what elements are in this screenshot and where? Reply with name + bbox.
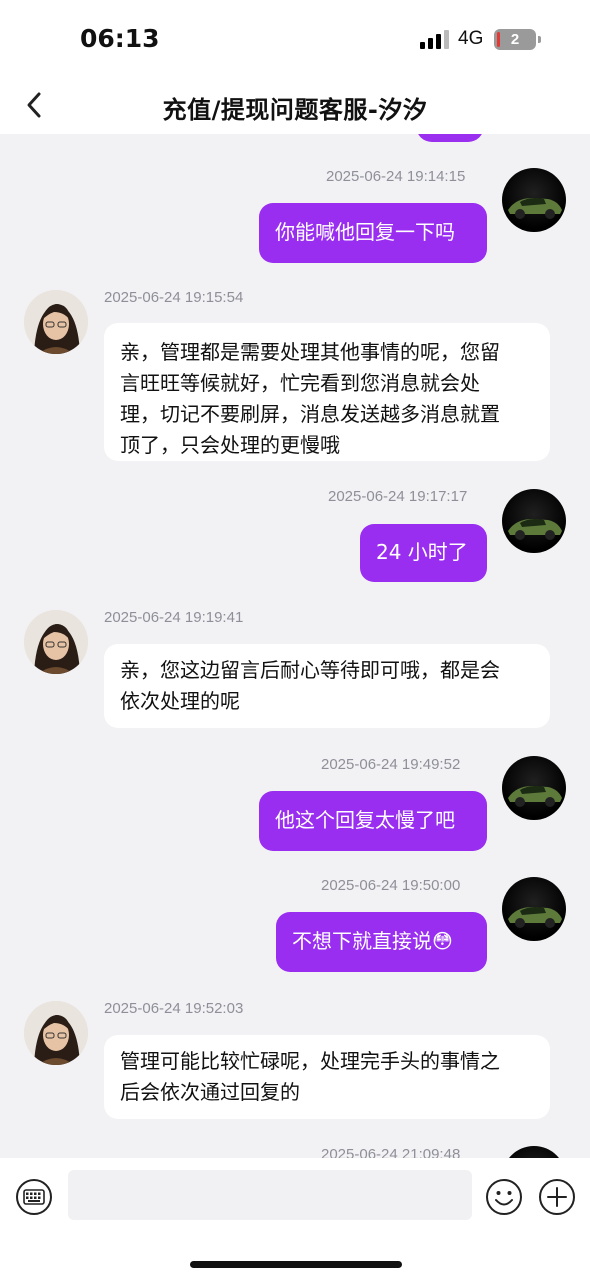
message-line: 理，切记不要刷屏，消息发送越多消息就置	[120, 402, 500, 426]
keyboard-icon[interactable]	[15, 1178, 53, 1216]
status-time: 06:13	[80, 24, 160, 53]
outgoing-message-bubble[interactable]: 24 小时了	[360, 524, 487, 582]
agent-avatar[interactable]	[24, 1001, 88, 1065]
plus-circle-icon[interactable]	[538, 1178, 576, 1216]
user-avatar[interactable]	[502, 756, 566, 820]
outgoing-message-bubble[interactable]: 不想下就直接说😳	[276, 912, 487, 972]
message-timestamp: 2025-06-24 19:52:03	[104, 1000, 244, 1017]
incoming-message-bubble[interactable]: 管理可能比较忙碌呢，处理完手头的事情之 后会依次通过回复的	[104, 1035, 550, 1119]
message-line: 顶了，只会处理的更慢哦	[120, 433, 340, 457]
message-line: 亲，管理都是需要处理其他事情的呢，您留	[120, 340, 500, 364]
message-timestamp: 2025-06-24 19:15:54	[104, 289, 244, 306]
outgoing-message-bubble[interactable]: 他这个回复太慢了吧	[259, 791, 487, 851]
home-indicator	[190, 1261, 402, 1268]
battery-level: 2	[510, 31, 520, 48]
message-line: 管理可能比较忙碌呢，处理完手头的事情之	[120, 1049, 500, 1073]
message-composer	[0, 1158, 590, 1280]
user-avatar[interactable]	[502, 877, 566, 941]
message-timestamp: 2025-06-24 19:14:15	[326, 168, 466, 185]
message-timestamp: 2025-06-24 19:50:00	[321, 877, 461, 894]
status-bar: 06:13 4G 2	[0, 0, 590, 78]
message-input[interactable]	[68, 1170, 472, 1220]
user-avatar[interactable]	[502, 489, 566, 553]
incoming-message-bubble[interactable]: 亲，管理都是需要处理其他事情的呢，您留 言旺旺等候就好，忙完看到您消息就会处 理…	[104, 323, 550, 461]
message-timestamp: 2025-06-24 19:49:52	[321, 756, 461, 773]
message-timestamp: 2025-06-24 21:09:48	[321, 1146, 461, 1158]
previous-message-bubble	[416, 134, 484, 142]
page-title: 充值/提现问题客服-汐汐	[162, 96, 428, 124]
message-line: 后会依次通过回复的	[120, 1080, 300, 1104]
battery-icon: 2	[494, 29, 541, 50]
message-line: 亲，您这边留言后耐心等待即可哦，都是会	[120, 658, 500, 682]
outgoing-message-bubble[interactable]: 你能喊他回复一下吗	[259, 203, 487, 263]
signal-icon	[420, 30, 450, 49]
message-text: 不想下就直接说	[292, 929, 432, 953]
chat-header: 充值/提现问题客服-汐汐	[0, 78, 590, 134]
message-timestamp: 2025-06-24 19:19:41	[104, 609, 244, 626]
agent-avatar[interactable]	[24, 290, 88, 354]
incoming-message-bubble[interactable]: 亲，您这边留言后耐心等待即可哦，都是会 依次处理的呢	[104, 644, 550, 728]
battery-low-indicator	[497, 32, 500, 47]
agent-avatar[interactable]	[24, 610, 88, 674]
network-label: 4G	[458, 28, 484, 49]
user-avatar[interactable]	[502, 1146, 566, 1158]
message-timestamp: 2025-06-24 19:17:17	[328, 488, 468, 505]
message-line: 依次处理的呢	[120, 689, 240, 713]
message-line: 言旺旺等候就好，忙完看到您消息就会处	[120, 371, 480, 395]
chat-list[interactable]: 2025-06-24 19:14:15 你能喊他回复一下吗 2025-06-24…	[0, 134, 590, 1158]
flushed-emoji-icon: 😳	[432, 929, 453, 953]
user-avatar[interactable]	[502, 168, 566, 232]
smiley-icon[interactable]	[485, 1178, 523, 1216]
